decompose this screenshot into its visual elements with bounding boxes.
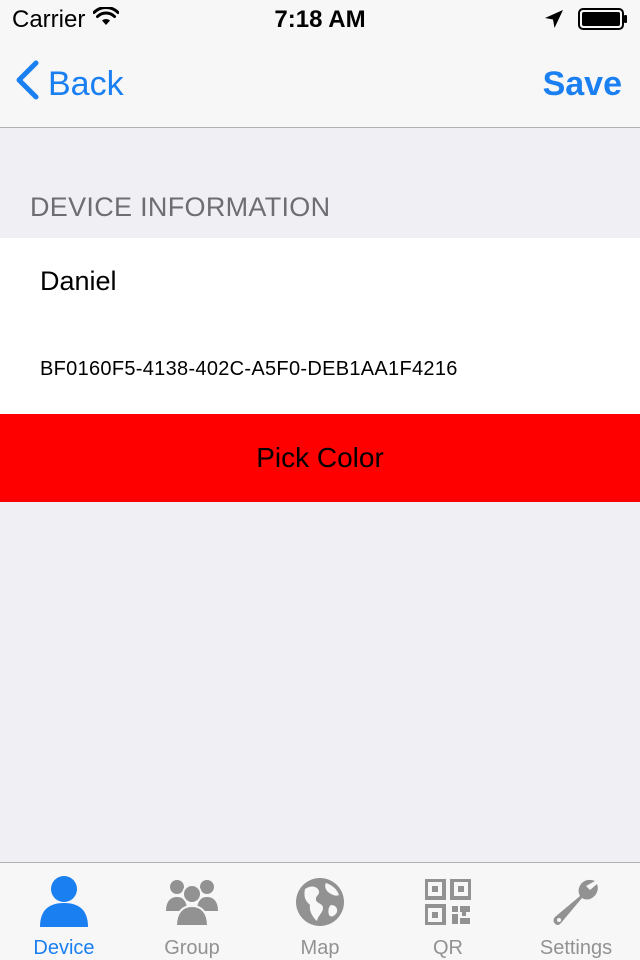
tab-device[interactable]: Device [0,863,128,960]
tab-bar: Device Group Map QR Settings [0,862,640,960]
pick-color-button[interactable]: Pick Color [0,414,640,502]
tab-qr[interactable]: QR [384,863,512,960]
device-info-group: Daniel BF0160F5-4138-402C-A5F0-DEB1AA1F4… [0,238,640,414]
globe-icon [292,875,348,929]
wrench-icon [548,875,604,929]
tab-label: Device [33,937,95,959]
battery-icon [578,8,628,35]
navigation-bar: Back Save [0,40,640,128]
tab-label: Map [300,937,340,959]
back-label: Back [48,64,124,103]
device-uuid-label: BF0160F5-4138-402C-A5F0-DEB1AA1F4216 [40,358,458,380]
tab-label: QR [433,937,463,959]
qr-code-icon [420,875,476,929]
tab-label: Group [164,937,220,959]
section-header: DEVICE INFORMATION [30,192,331,222]
tab-label: Settings [539,937,613,959]
screen: Carrier 7:18 AM Back Save DEVICE INFORMA… [0,0,640,960]
chevron-left-icon [14,60,40,109]
device-name-field[interactable]: Daniel [40,266,117,297]
location-arrow-icon [544,9,564,34]
status-bar: Carrier 7:18 AM [0,0,640,40]
back-button[interactable]: Back [14,60,124,109]
person-icon [36,875,92,929]
tab-group[interactable]: Group [128,863,256,960]
tab-settings[interactable]: Settings [512,863,640,960]
group-icon [164,875,220,929]
status-right [544,8,628,35]
save-button[interactable]: Save [543,62,622,106]
tab-map[interactable]: Map [256,863,384,960]
